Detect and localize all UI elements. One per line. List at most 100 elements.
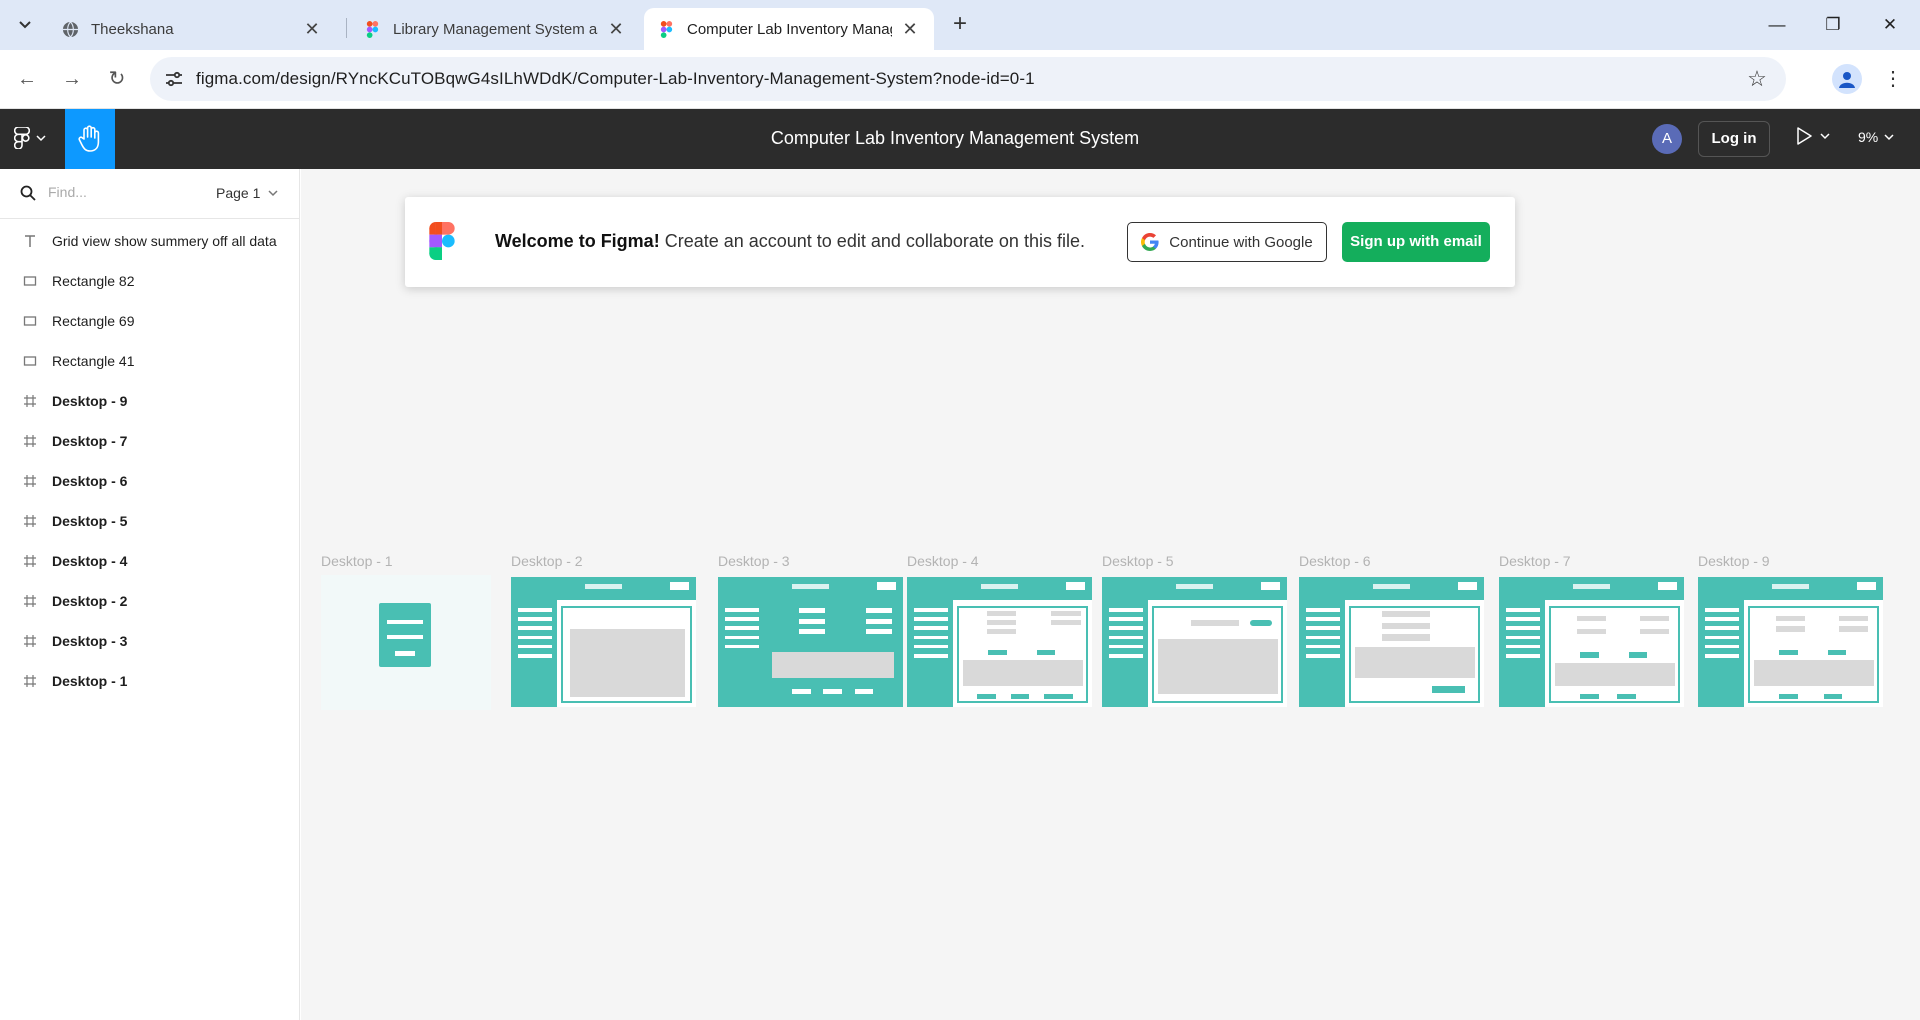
frame-thumbnail-desktop-5[interactable] [1102, 577, 1287, 707]
header-shape [718, 577, 903, 601]
layer-item[interactable]: Rectangle 82 [0, 261, 300, 301]
frame-layer-icon [22, 673, 38, 689]
find-input[interactable] [48, 184, 188, 200]
minimize-button[interactable]: — [1757, 10, 1797, 40]
tab-library-management[interactable]: Library Management System as ✕ [350, 8, 640, 50]
title-shape [981, 583, 1018, 589]
layer-item[interactable]: Rectangle 41 [0, 341, 300, 381]
layer-item[interactable]: Grid view show summery off all data [0, 221, 300, 261]
frame-thumbnail-desktop-3[interactable] [718, 577, 903, 707]
menu-shape [518, 626, 552, 631]
layer-item[interactable]: Desktop - 3 [0, 621, 300, 661]
menu-shape [1109, 635, 1143, 640]
frame-layer-icon [22, 513, 38, 529]
page-selector[interactable]: Page 1 [216, 185, 278, 201]
rectangle-layer-icon [22, 313, 38, 329]
table-shape [771, 652, 894, 679]
rectangle-layer-icon [22, 273, 38, 289]
close-icon[interactable]: ✕ [302, 19, 322, 40]
frame-thumbnail-desktop-9[interactable] [1698, 577, 1883, 707]
browser-menu-button[interactable]: ⋮ [1878, 64, 1908, 94]
tab-search-button[interactable] [10, 10, 40, 40]
tab-title: Library Management System as [393, 20, 598, 38]
layer-item[interactable]: Desktop - 1 [0, 661, 300, 701]
input-shape [866, 629, 892, 635]
menu-shape [1506, 635, 1540, 640]
avatar[interactable]: A [1652, 124, 1682, 154]
welcome-heading: Welcome to Figma! [495, 231, 660, 251]
layer-item[interactable]: Desktop - 7 [0, 421, 300, 461]
frame-label[interactable]: Desktop - 2 [511, 553, 583, 569]
title-shape [1772, 583, 1809, 589]
layer-item[interactable]: Desktop - 5 [0, 501, 300, 541]
input-shape [986, 610, 1017, 616]
close-icon[interactable]: ✕ [900, 19, 920, 40]
sign-up-with-email-button[interactable]: Sign up with email [1342, 222, 1490, 262]
button-shape [1432, 686, 1466, 693]
frame-thumbnail-desktop-7[interactable] [1499, 577, 1684, 707]
layer-item[interactable]: Rectangle 69 [0, 301, 300, 341]
input-shape [1639, 629, 1670, 635]
menu-shape [1705, 626, 1739, 631]
frame-thumbnail-desktop-1[interactable] [321, 575, 491, 710]
frame-thumbnail-desktop-4[interactable] [907, 577, 1092, 707]
page-label: Page 1 [216, 185, 261, 201]
bookmark-star-icon[interactable]: ☆ [1744, 66, 1770, 92]
button-shape [1580, 694, 1599, 700]
reload-button[interactable]: ↻ [102, 64, 132, 94]
input-shape [1382, 634, 1431, 641]
design-canvas[interactable]: Welcome to Figma! Create an account to e… [301, 169, 1920, 1020]
frame-label[interactable]: Desktop - 7 [1499, 553, 1571, 569]
restore-button[interactable]: ❐ [1813, 10, 1853, 40]
frame-label[interactable]: Desktop - 5 [1102, 553, 1174, 569]
button-shape [1580, 652, 1599, 658]
zoom-level: 9% [1858, 129, 1879, 145]
menu-shape [1705, 644, 1739, 649]
frame-layer-icon [22, 393, 38, 409]
profile-button[interactable] [1832, 64, 1862, 94]
layer-item[interactable]: Desktop - 2 [0, 581, 300, 621]
tab-theekshana[interactable]: Theekshana ✕ [48, 8, 336, 50]
frame-label[interactable]: Desktop - 9 [1698, 553, 1770, 569]
layer-name: Desktop - 9 [52, 393, 128, 409]
site-settings-icon[interactable] [164, 69, 184, 89]
new-tab-button[interactable]: + [945, 10, 975, 40]
close-icon[interactable]: ✕ [606, 19, 626, 40]
frame-label[interactable]: Desktop - 3 [718, 553, 790, 569]
layer-item[interactable]: Desktop - 4 [0, 541, 300, 581]
header-shape [1698, 577, 1883, 601]
chevron-down-icon [268, 190, 278, 197]
frame-thumbnail-desktop-2[interactable] [511, 577, 696, 707]
present-button[interactable] [1796, 127, 1830, 145]
menu-shape [1306, 608, 1340, 613]
frame-thumbnail-desktop-6[interactable] [1299, 577, 1484, 707]
back-button[interactable]: ← [12, 64, 42, 94]
close-window-button[interactable]: ✕ [1870, 10, 1910, 40]
zoom-menu[interactable]: 9% [1858, 129, 1894, 145]
frame-label[interactable]: Desktop - 6 [1299, 553, 1371, 569]
menu-shape [1506, 626, 1540, 631]
menu-shape [914, 608, 948, 613]
input-shape [1051, 619, 1081, 626]
input-shape [799, 618, 826, 624]
input-shape [986, 619, 1017, 626]
layer-name: Desktop - 3 [52, 633, 128, 649]
title-shape [1373, 583, 1410, 589]
layer-item[interactable]: Desktop - 6 [0, 461, 300, 501]
address-bar-row: ← → ↻ figma.com/design/RYncKCuTOBqwG4sIL… [0, 50, 1920, 109]
omnibox[interactable]: figma.com/design/RYncKCuTOBqwG4sILhWDdK/… [150, 57, 1786, 101]
log-in-button[interactable]: Log in [1698, 121, 1770, 157]
frame-label[interactable]: Desktop - 1 [321, 553, 393, 569]
forward-button[interactable]: → [57, 64, 87, 94]
layer-item[interactable]: Desktop - 9 [0, 381, 300, 421]
input-shape [799, 629, 826, 635]
continue-with-google-button[interactable]: Continue with Google [1127, 222, 1327, 262]
logout-shape [1261, 582, 1280, 590]
menu-shape [518, 608, 552, 613]
menu-shape [1705, 653, 1739, 658]
url-text[interactable]: figma.com/design/RYncKCuTOBqwG4sILhWDdK/… [196, 69, 1035, 89]
input-shape [866, 608, 892, 614]
tab-computer-lab-inventory[interactable]: Computer Lab Inventory Manag ✕ [644, 8, 934, 50]
frame-label[interactable]: Desktop - 4 [907, 553, 979, 569]
menu-shape [1506, 617, 1540, 622]
